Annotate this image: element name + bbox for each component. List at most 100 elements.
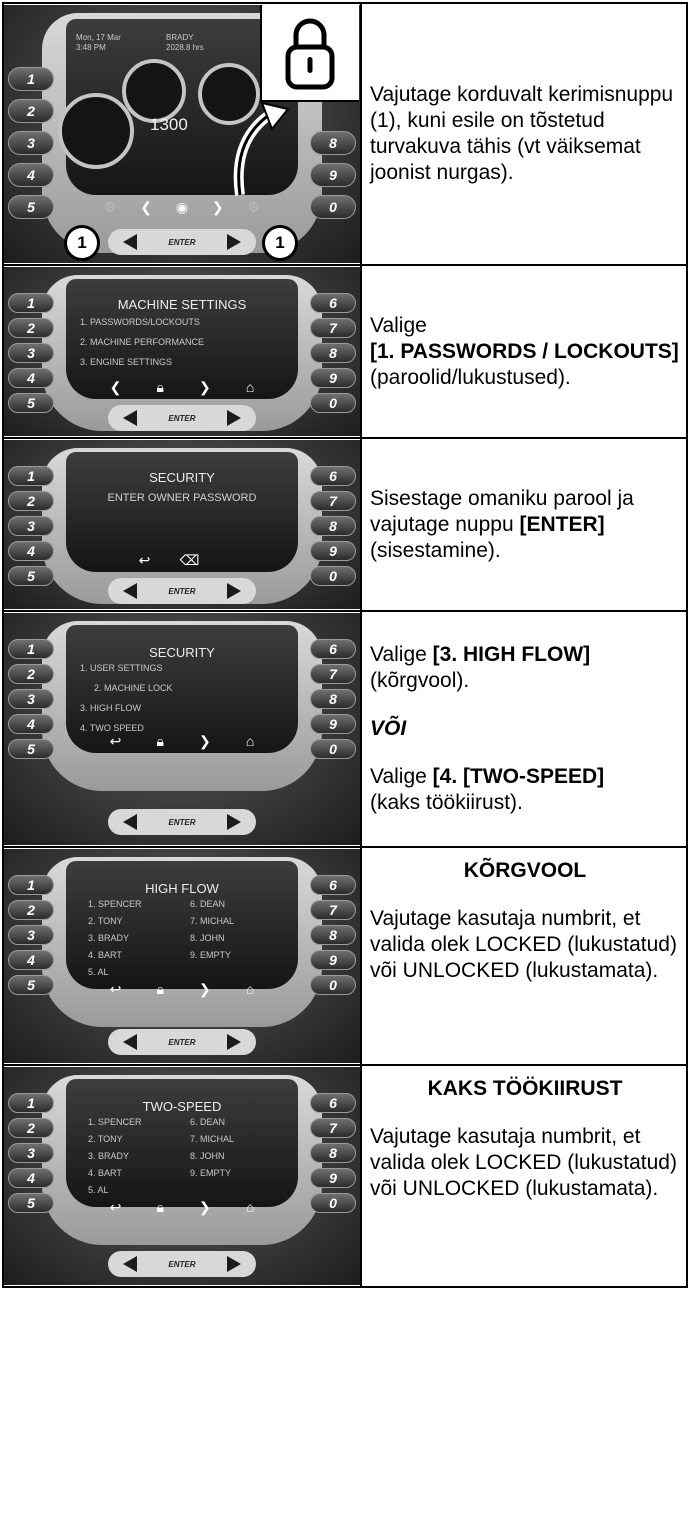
key-9[interactable]: 9 — [310, 950, 356, 970]
key-3[interactable]: 3 — [8, 131, 54, 155]
key-1[interactable]: 1 — [8, 466, 54, 486]
key-8[interactable]: 8 — [310, 131, 356, 155]
key-0[interactable]: 0 — [310, 1193, 356, 1213]
key-9[interactable]: 9 — [310, 163, 356, 187]
key-1[interactable]: 1 — [8, 1093, 54, 1113]
enter-button[interactable]: ENTER — [168, 818, 195, 827]
key-5[interactable]: 5 — [8, 975, 54, 995]
left-arrow-button[interactable] — [123, 410, 138, 426]
screen-line-4: 4. TWO SPEED — [80, 723, 144, 733]
nav-bar: ENTER — [108, 578, 256, 604]
key-9[interactable]: 9 — [310, 1168, 356, 1188]
enter-button[interactable]: ENTER — [168, 238, 195, 247]
step-row-3: SECURITY ENTER OWNER PASSWORD 1 2 3 4 5 … — [2, 437, 688, 612]
left-arrow-button[interactable] — [123, 234, 138, 250]
right-keypad: 8 9 0 — [310, 131, 356, 227]
right-arrow-button[interactable] — [226, 814, 241, 830]
key-5[interactable]: 5 — [8, 739, 54, 759]
key-2[interactable]: 2 — [8, 491, 54, 511]
left-arrow-button[interactable] — [123, 583, 138, 599]
key-6[interactable]: 6 — [310, 1093, 356, 1113]
key-5[interactable]: 5 — [8, 393, 54, 413]
key-0[interactable]: 0 — [310, 975, 356, 995]
right-arrow-button[interactable] — [226, 583, 241, 599]
enter-button[interactable]: ENTER — [168, 414, 195, 423]
right-arrow-button[interactable] — [226, 234, 241, 250]
step-3-enter: [ENTER] — [519, 512, 605, 536]
key-6[interactable]: 6 — [310, 293, 356, 313]
screen-icon-bar: ↩ ⌫ — [124, 552, 214, 569]
key-6[interactable]: 6 — [310, 466, 356, 486]
screen-icon-bar: ↩ 🔒︎ ❯ ⌂ — [92, 981, 272, 998]
key-1[interactable]: 1 — [8, 293, 54, 313]
key-8[interactable]: 8 — [310, 516, 356, 536]
left-arrow-button[interactable] — [123, 1034, 138, 1050]
key-2[interactable]: 2 — [8, 1118, 54, 1138]
nav-bar: ENTER — [108, 405, 256, 431]
step-2-verb: Valige — [370, 313, 427, 337]
step-4-text: Valige [3. HIGH FLOW] (kõrgvool). VÕI Va… — [360, 610, 688, 848]
enter-button[interactable]: ENTER — [168, 587, 195, 596]
key-9[interactable]: 9 — [310, 368, 356, 388]
key-8[interactable]: 8 — [310, 1143, 356, 1163]
key-3[interactable]: 3 — [8, 925, 54, 945]
left-arrow-button[interactable] — [123, 1256, 138, 1272]
key-7[interactable]: 7 — [310, 1118, 356, 1138]
screen-line-1: 1. PASSWORDS/LOCKOUTS — [80, 317, 200, 327]
user-7: 7. MICHAL — [190, 916, 235, 926]
enter-button[interactable]: ENTER — [168, 1038, 195, 1047]
home-icon: ⌂ — [245, 379, 255, 395]
left-keypad: 1 2 3 4 5 — [8, 67, 54, 227]
key-1[interactable]: 1 — [8, 875, 54, 895]
left-keypad: 1 2 3 4 5 — [8, 875, 54, 1000]
key-3[interactable]: 3 — [8, 516, 54, 536]
left-keypad: 1 2 3 4 5 — [8, 1093, 54, 1218]
key-7[interactable]: 7 — [310, 664, 356, 684]
key-8[interactable]: 8 — [310, 925, 356, 945]
user-8: 8. JOHN — [190, 933, 225, 943]
key-4[interactable]: 4 — [8, 541, 54, 561]
key-4[interactable]: 4 — [8, 1168, 54, 1188]
key-7[interactable]: 7 — [310, 318, 356, 338]
key-2[interactable]: 2 — [8, 664, 54, 684]
key-4[interactable]: 4 — [8, 368, 54, 388]
key-1[interactable]: 1 — [8, 639, 54, 659]
key-4[interactable]: 4 — [8, 950, 54, 970]
left-arrow-button[interactable] — [123, 814, 138, 830]
key-0[interactable]: 0 — [310, 195, 356, 219]
step-4-verb-2: Valige — [370, 765, 427, 788]
key-4[interactable]: 4 — [8, 163, 54, 187]
right-arrow-button[interactable] — [226, 1034, 241, 1050]
key-7[interactable]: 7 — [310, 491, 356, 511]
tool-icon: ⚙ — [103, 199, 117, 215]
key-6[interactable]: 6 — [310, 875, 356, 895]
enter-button[interactable]: ENTER — [168, 1260, 195, 1269]
key-5[interactable]: 5 — [8, 195, 54, 219]
key-4[interactable]: 4 — [8, 714, 54, 734]
key-9[interactable]: 9 — [310, 541, 356, 561]
key-3[interactable]: 3 — [8, 1143, 54, 1163]
key-3[interactable]: 3 — [8, 689, 54, 709]
key-5[interactable]: 5 — [8, 566, 54, 586]
key-8[interactable]: 8 — [310, 343, 356, 363]
right-arrow-button[interactable] — [226, 410, 241, 426]
key-2[interactable]: 2 — [8, 99, 54, 123]
key-7[interactable]: 7 — [310, 900, 356, 920]
screen-date: Mon, 17 Mar — [76, 33, 121, 42]
key-9[interactable]: 9 — [310, 714, 356, 734]
key-5[interactable]: 5 — [8, 1193, 54, 1213]
back-icon: ↩ — [109, 1199, 122, 1215]
user-4: 4. BART — [88, 950, 122, 960]
right-arrow-button[interactable] — [226, 1256, 241, 1272]
key-6[interactable]: 6 — [310, 639, 356, 659]
key-0[interactable]: 0 — [310, 566, 356, 586]
key-3[interactable]: 3 — [8, 343, 54, 363]
key-8[interactable]: 8 — [310, 689, 356, 709]
key-2[interactable]: 2 — [8, 900, 54, 920]
step-1-text: Vajutage korduvalt kerimisnuppu (1), kun… — [360, 2, 688, 266]
key-0[interactable]: 0 — [310, 739, 356, 759]
key-1[interactable]: 1 — [8, 67, 54, 91]
key-2[interactable]: 2 — [8, 318, 54, 338]
step-row-6: TWO-SPEED 1. SPENCER 2. TONY 3. BRADY 4.… — [2, 1064, 688, 1288]
key-0[interactable]: 0 — [310, 393, 356, 413]
